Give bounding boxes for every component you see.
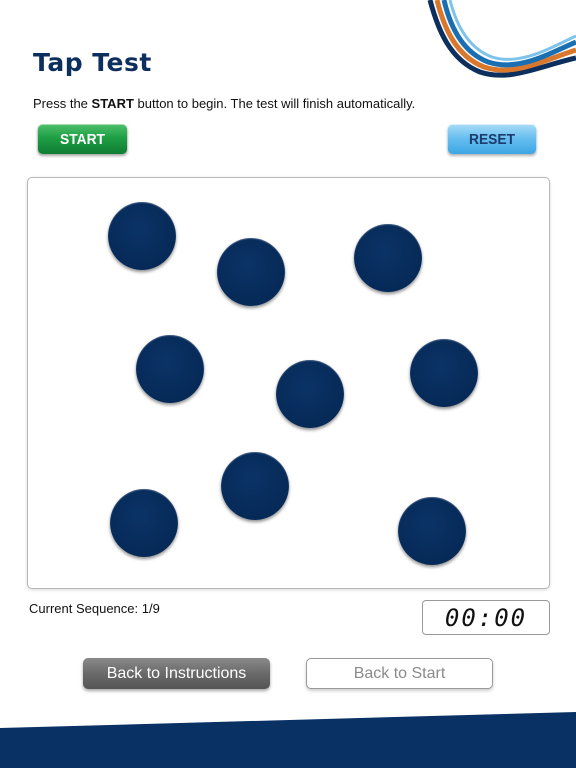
footer-band <box>0 712 576 768</box>
reset-button[interactable]: RESET <box>447 124 537 154</box>
timer-display: 00:00 <box>422 600 550 635</box>
tap-target[interactable] <box>136 335 204 403</box>
instructions-start-keyword: START <box>91 96 134 111</box>
instructions-text: Press the START button to begin. The tes… <box>33 96 415 111</box>
current-sequence-label: Current Sequence: 1/9 <box>29 601 160 616</box>
tap-target[interactable] <box>410 339 478 407</box>
back-to-instructions-button[interactable]: Back to Instructions <box>83 658 270 689</box>
back-to-start-button[interactable]: Back to Start <box>306 658 493 689</box>
tap-target[interactable] <box>398 497 466 565</box>
tap-target[interactable] <box>108 202 176 270</box>
tap-target[interactable] <box>217 238 285 306</box>
tap-target[interactable] <box>110 489 178 557</box>
start-button[interactable]: START <box>37 124 128 154</box>
tap-target[interactable] <box>354 224 422 292</box>
tap-target[interactable] <box>276 360 344 428</box>
decorative-ribbon <box>427 0 576 78</box>
tap-area <box>27 177 550 589</box>
instructions-suffix: button to begin. The test will finish au… <box>133 96 416 111</box>
page-title: Tap Test <box>33 48 152 77</box>
instructions-prefix: Press the <box>33 96 92 111</box>
tap-target[interactable] <box>221 452 289 520</box>
